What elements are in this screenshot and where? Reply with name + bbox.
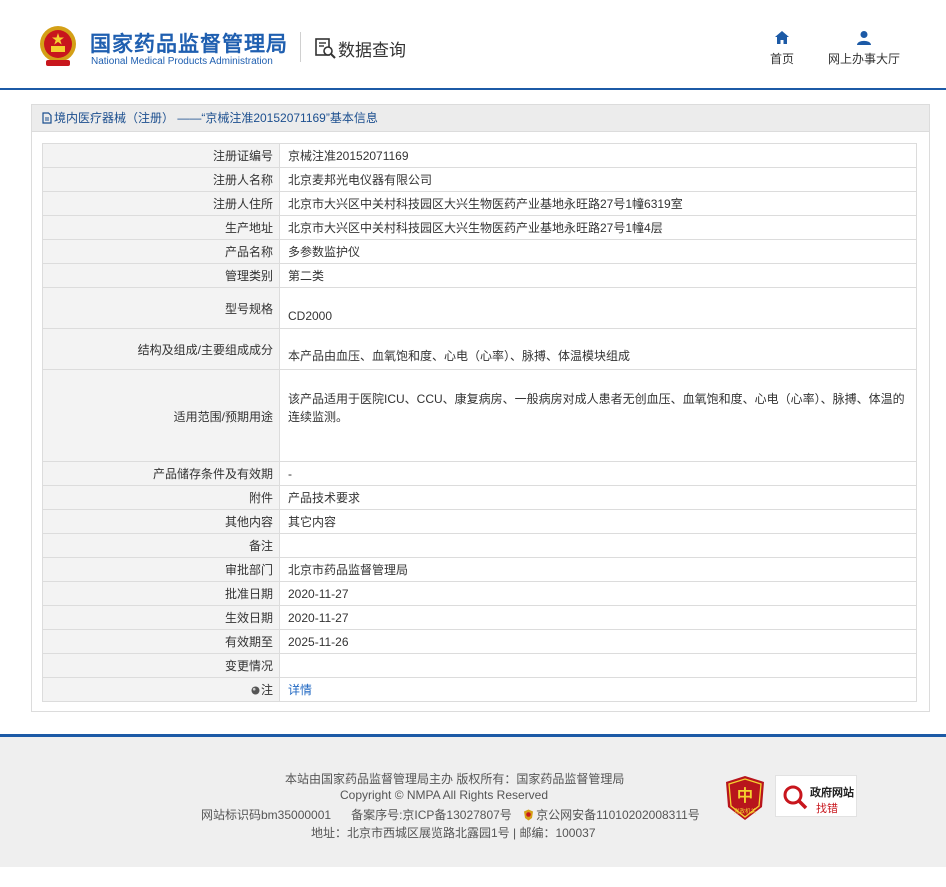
row-label: 其他内容 — [42, 509, 280, 534]
row-label: 生效日期 — [42, 605, 280, 630]
magnifier-icon — [783, 785, 808, 810]
home-icon — [775, 31, 789, 44]
table-row: 审批部门 北京市药品监督管理局 — [42, 557, 917, 582]
table-row: 注册人住所 北京市大兴区中关村科技园区大兴生物医药产业基地永旺路27号1幢631… — [42, 191, 917, 216]
detail-panel: 境内医疗器械（注册） ——“京械注准20152071169”基本信息 注册证编号… — [31, 104, 930, 712]
table-row: 管理类别 第二类 — [42, 263, 917, 288]
table-row: 注册人名称 北京麦邦光电仪器有限公司 — [42, 167, 917, 192]
row-value: 第二类 — [279, 263, 917, 288]
nav-online-hall-link[interactable]: 网上办事大厅 — [826, 30, 902, 67]
row-value: 北京麦邦光电仪器有限公司 — [279, 167, 917, 192]
police-badge-icon — [524, 809, 534, 821]
gov-badge-title: 政府网站 — [810, 787, 854, 799]
user-icon — [857, 31, 871, 45]
row-value: 该产品适用于医院ICU、CCU、康复病房、一般病房对成人患者无创血压、血氧饱和度… — [279, 369, 917, 462]
row-label: 审批部门 — [42, 557, 280, 582]
header-divider — [300, 32, 301, 62]
row-label: 备注 — [42, 533, 280, 558]
table-row: 型号规格 CD2000 — [42, 287, 917, 329]
table-row: 附件 产品技术要求 — [42, 485, 917, 510]
row-label: 管理类别 — [42, 263, 280, 288]
row-label: 产品储存条件及有效期 — [42, 461, 280, 486]
logo-title-cn: 国家药品监督管理局 — [90, 33, 288, 56]
note-label-cell: 注 — [42, 677, 280, 702]
national-emblem-icon — [40, 26, 76, 66]
svg-text:中: 中 — [737, 786, 753, 805]
row-value: - — [279, 461, 917, 486]
table-row: 批准日期 2020-11-27 — [42, 581, 917, 606]
data-query-icon — [315, 38, 336, 59]
table-row: 产品名称 多参数监护仪 — [42, 239, 917, 264]
row-label: 适用范围/预期用途 — [42, 369, 280, 462]
panel-title: 境内医疗器械（注册） ——“京械注准20152071169”基本信息 — [54, 111, 378, 125]
row-value: 本产品由血压、血氧饱和度、心电（心率）、脉搏、体温模块组成 — [279, 328, 917, 370]
row-value — [279, 653, 917, 678]
nav-home-link[interactable]: 首页 — [766, 30, 798, 67]
row-value: 其它内容 — [279, 509, 917, 534]
info-table: 注册证编号 京械注准20152071169 注册人名称 北京麦邦光电仪器有限公司… — [42, 143, 917, 702]
document-icon — [42, 112, 52, 124]
row-label: 注册人名称 — [42, 167, 280, 192]
gov-site-error-report-badge[interactable]: 政府网站 找错 — [775, 775, 857, 817]
row-label: 产品名称 — [42, 239, 280, 264]
table-row: 注册证编号 京械注准20152071169 — [42, 143, 917, 168]
row-value: 产品技术要求 — [279, 485, 917, 510]
row-value: 2020-11-27 — [279, 581, 917, 606]
row-value: 北京市药品监督管理局 — [279, 557, 917, 582]
row-label: 注册证编号 — [42, 143, 280, 168]
row-value: 北京市大兴区中关村科技园区大兴生物医药产业基地永旺路27号1幢6319室 — [279, 191, 917, 216]
row-value: 京械注准20152071169 — [279, 143, 917, 168]
row-value: 2020-11-27 — [279, 605, 917, 630]
site-id: 网站标识码bm35000001 — [201, 808, 332, 822]
row-label: 批准日期 — [42, 581, 280, 606]
row-label: 变更情况 — [42, 653, 280, 678]
footer-address: 地址：北京市西城区展览路北露园1号 | 邮编：100037 — [311, 826, 596, 840]
row-label: 结构及组成/主要组成成分 — [42, 328, 280, 370]
table-row: 其他内容 其它内容 — [42, 509, 917, 534]
note-bullet-icon — [251, 686, 260, 695]
row-label: 型号规格 — [42, 287, 280, 329]
table-row: 生效日期 2020-11-27 — [42, 605, 917, 630]
row-label: 附件 — [42, 485, 280, 510]
table-row: 适用范围/预期用途 该产品适用于医院ICU、CCU、康复病房、一般病房对成人患者… — [42, 369, 917, 462]
nav-online-hall-label: 网上办事大厅 — [827, 52, 900, 66]
logo-title-en: National Medical Products Administration — [91, 56, 273, 67]
row-value: 北京市大兴区中关村科技园区大兴生物医药产业基地永旺路27号1幢4层 — [279, 215, 917, 240]
table-row: 变更情况 — [42, 653, 917, 678]
row-value — [279, 533, 917, 558]
row-label: 注册人住所 — [42, 191, 280, 216]
row-value: CD2000 — [279, 287, 917, 329]
site-footer: 本站由国家药品监督管理局主办 版权所有：国家药品监督管理局 Copyright … — [0, 734, 946, 867]
gov-badge-subtitle: 找错 — [816, 803, 838, 815]
icp-link[interactable]: 备案序号:京ICP备13027807号 — [351, 808, 512, 822]
table-row: 生产地址 北京市大兴区中关村科技园区大兴生物医药产业基地永旺路27号1幢4层 — [42, 215, 917, 240]
row-label: 有效期至 — [42, 629, 280, 654]
row-label: 生产地址 — [42, 215, 280, 240]
row-label: 注 — [260, 683, 273, 697]
row-value: 多参数监护仪 — [279, 239, 917, 264]
table-row: 产品储存条件及有效期 - — [42, 461, 917, 486]
table-row: 结构及组成/主要组成成分 本产品由血压、血氧饱和度、心电（心率）、脉搏、体温模块… — [42, 328, 917, 370]
site-header: 国家药品监督管理局 National Medical Products Admi… — [0, 0, 946, 90]
svg-text:党政机关: 党政机关 — [734, 807, 757, 815]
panel-header: 境内医疗器械（注册） ——“京械注准20152071169”基本信息 — [32, 105, 929, 132]
table-row: 注 详情 — [42, 677, 917, 702]
table-row: 有效期至 2025-11-26 — [42, 629, 917, 654]
party-gov-badge-icon[interactable]: 中 党政机关 — [724, 775, 766, 821]
details-link[interactable]: 详情 — [288, 683, 312, 697]
section-title: 数据查询 — [338, 41, 406, 60]
row-value: 2025-11-26 — [279, 629, 917, 654]
police-record-link[interactable]: 京公网安备11010202008311号 — [536, 808, 700, 822]
nav-home-label: 首页 — [769, 52, 794, 66]
table-row: 备注 — [42, 533, 917, 558]
row-value: 详情 — [279, 677, 917, 702]
